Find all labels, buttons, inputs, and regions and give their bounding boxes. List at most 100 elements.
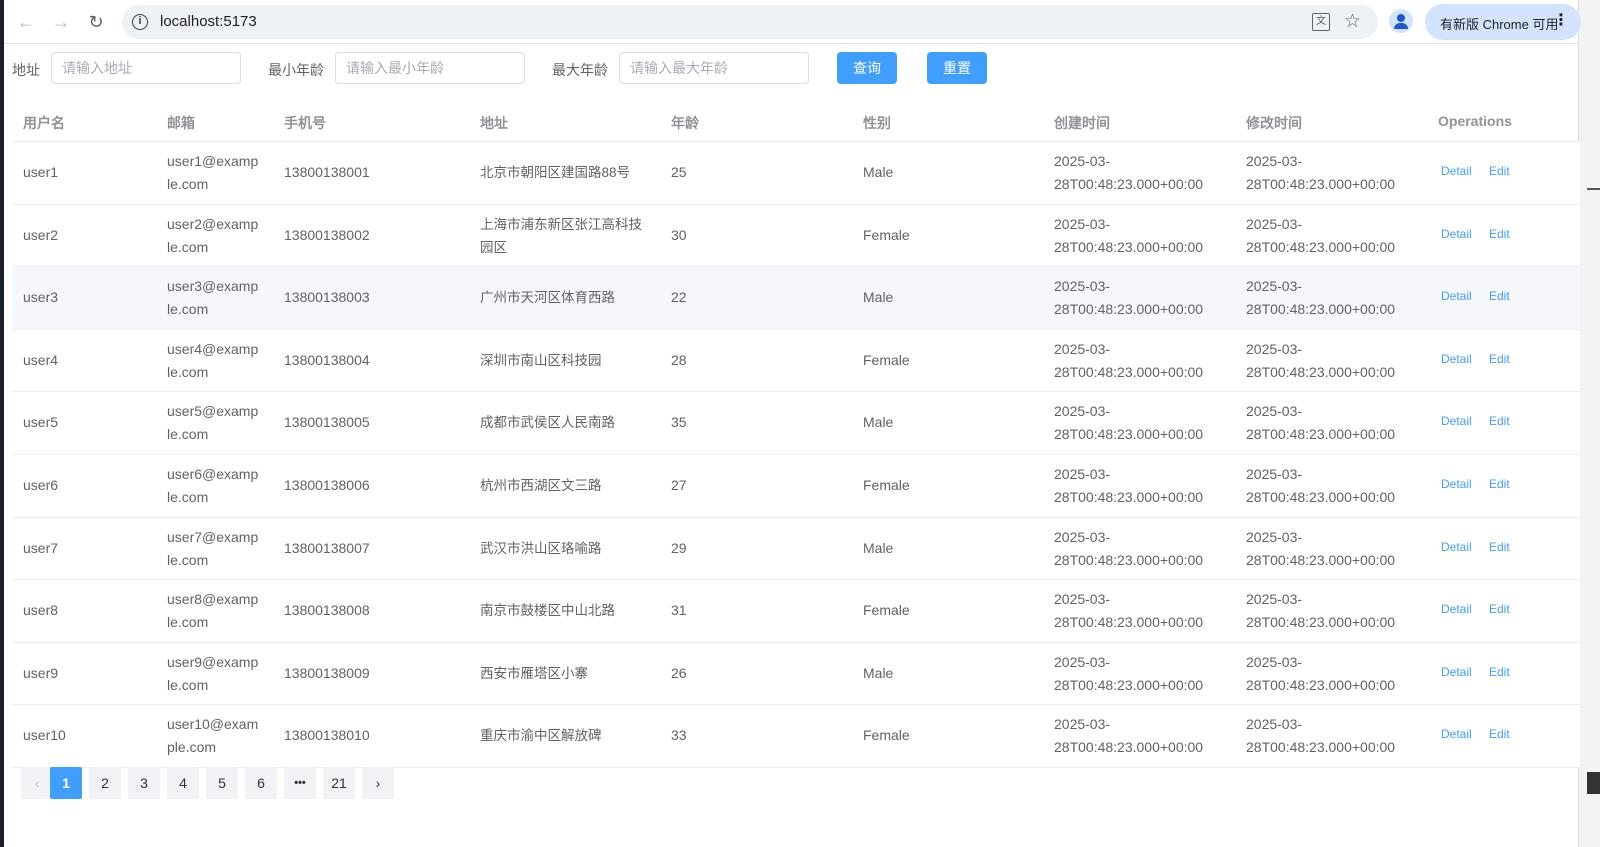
email-line: user4@examp [167,340,259,357]
cell-modified: 2025-03- 28T00:48:23.000+00:00 [1246,713,1395,759]
reload-icon[interactable]: ↻ [82,8,110,36]
header-age: 年龄 [671,115,699,131]
edit-link[interactable]: Edit [1489,665,1510,679]
detail-link[interactable]: Detail [1441,540,1472,554]
modified-line: 28T00:48:23.000+00:00 [1246,176,1396,192]
chrome-update-button[interactable]: 有新版 Chrome 可用 ⋮ [1425,4,1581,40]
address-line: 西安市雁塔区小寨 [480,665,588,681]
cell-address: 广州市天河区体育西路 [480,286,615,309]
page-button-2[interactable]: 2 [89,767,121,799]
modified-line: 2025-03- [1246,340,1303,357]
email-line: user3@examp [167,278,259,295]
table-row: user10 user10@exam ple.com 13800138010 重… [12,705,1580,768]
created-line: 2025-03- [1054,653,1111,670]
modified-line: 2025-03- [1246,215,1303,232]
header-operations: Operations [1438,113,1512,129]
cell-gender: Male [863,289,894,306]
cell-created: 2025-03- 28T00:48:23.000+00:00 [1054,463,1203,509]
cell-address: 上海市浦东新区张江高科技 园区 [480,213,642,259]
cell-modified: 2025-03- 28T00:48:23.000+00:00 [1246,400,1395,446]
modified-line: 28T00:48:23.000+00:00 [1246,739,1396,756]
page-button-6[interactable]: 6 [245,767,277,799]
detail-link[interactable]: Detail [1441,352,1472,366]
cell-username: user5 [23,414,59,431]
edit-link[interactable]: Edit [1489,727,1510,741]
cell-gender: Male [863,164,894,180]
edit-link[interactable]: Edit [1489,414,1510,428]
url-text[interactable]: localhost:5173 [160,13,257,30]
cell-age: 28 [671,351,687,368]
edit-link[interactable]: Edit [1489,289,1510,303]
cell-phone: 13800138001 [284,164,370,180]
cell-address: 成都市武侯区人民南路 [480,411,615,434]
cell-created: 2025-03- 28T00:48:23.000+00:00 [1054,213,1203,259]
page-button-21[interactable]: 21 [323,767,355,799]
cell-age: 22 [671,289,687,306]
more-menu-icon[interactable]: ⋮ [1553,12,1569,30]
page-button-1[interactable]: 1 [50,767,82,799]
table-row: user9 user9@examp le.com 13800138009 西安市… [12,642,1580,706]
detail-link[interactable]: Detail [1441,289,1472,303]
header-phone: 手机号 [284,115,326,131]
address-line: 深圳市南山区科技园 [480,352,602,368]
page-button-4[interactable]: 4 [167,767,199,799]
page-button-5[interactable]: 5 [206,767,238,799]
max-age-input[interactable] [619,52,809,84]
cell-age: 35 [671,414,687,431]
address-line: 武汉市洪山区珞喻路 [480,540,602,556]
edit-link[interactable]: Edit [1489,352,1510,366]
detail-link[interactable]: Detail [1441,164,1472,178]
created-line: 28T00:48:23.000+00:00 [1054,551,1204,568]
next-page-button[interactable]: › [362,767,394,799]
email-line: le.com [167,301,209,318]
detail-link[interactable]: Detail [1441,665,1472,679]
edit-link[interactable]: Edit [1489,540,1510,554]
table-body: user1 user1@examp le.com 13800138001 北京市… [12,142,1580,768]
detail-link[interactable]: Detail [1441,727,1472,741]
page-button-3[interactable]: 3 [128,767,160,799]
edge-mark [1587,772,1600,794]
min-age-input[interactable] [335,52,525,84]
cell-age: 30 [671,226,687,243]
cell-gender: Male [863,539,894,556]
address-input[interactable] [51,52,241,84]
detail-link[interactable]: Detail [1441,602,1472,616]
address-bar[interactable]: i localhost:5173 文 ☆ [122,5,1378,39]
cell-phone: 13800138010 [284,727,370,744]
translate-icon[interactable]: 文 [1312,13,1330,31]
profile-avatar-icon[interactable] [1389,9,1413,33]
reset-button[interactable]: 重置 [927,52,987,84]
created-line: 2025-03- [1054,278,1111,295]
cell-gender: Male [863,414,894,431]
edit-link[interactable]: Edit [1489,227,1510,241]
cell-address: 杭州市西湖区文三路 [480,474,602,497]
search-form: 地址 最小年龄 最大年龄 查询 重置 [4,52,1104,84]
table-row: user1 user1@examp le.com 13800138001 北京市… [12,142,1580,205]
cell-address: 重庆市渝中区解放碑 [480,724,602,747]
detail-link[interactable]: Detail [1441,414,1472,428]
cell-gender: Female [863,602,910,619]
cell-gender: Female [863,226,910,243]
created-line: 28T00:48:23.000+00:00 [1054,426,1204,443]
email-line: user10@exam [167,716,259,733]
query-button[interactable]: 查询 [837,52,897,84]
forward-arrow-icon[interactable]: → [47,8,75,36]
modified-line: 2025-03- [1246,403,1303,420]
cell-email: user8@examp le.com [167,588,258,634]
site-info-icon[interactable]: i [132,14,148,30]
prev-page-button[interactable]: ‹ [21,767,53,799]
cell-gender: Male [863,664,894,681]
edit-link[interactable]: Edit [1489,164,1510,178]
bookmark-star-icon[interactable]: ☆ [1344,10,1361,33]
edit-link[interactable]: Edit [1489,477,1510,491]
back-arrow-icon[interactable]: ← [12,8,40,36]
detail-link[interactable]: Detail [1441,227,1472,241]
edit-link[interactable]: Edit [1489,602,1510,616]
modified-line: 28T00:48:23.000+00:00 [1246,301,1396,318]
email-line: user1@examp [167,153,259,169]
modified-line: 2025-03- [1246,465,1303,482]
detail-link[interactable]: Detail [1441,477,1472,491]
more-pages-button[interactable]: ••• [284,767,316,799]
cell-modified: 2025-03- 28T00:48:23.000+00:00 [1246,588,1395,634]
address-line: 南京市鼓楼区中山北路 [480,603,615,619]
